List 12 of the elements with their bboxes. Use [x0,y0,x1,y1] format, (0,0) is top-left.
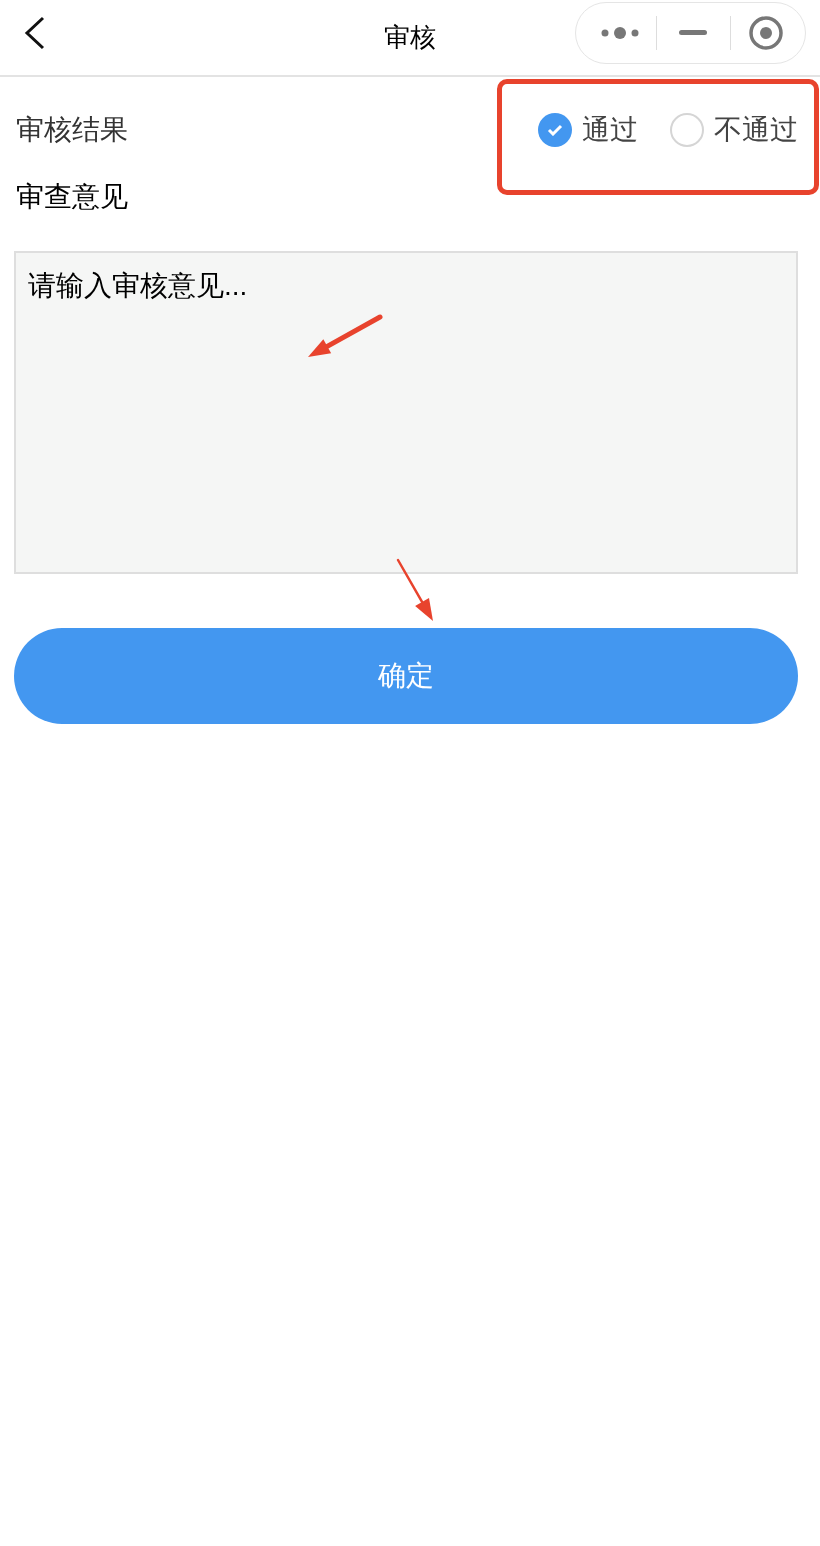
more-icon[interactable] [601,27,639,39]
radio-option[interactable]: 不通过 [670,109,798,151]
check-icon [547,124,563,136]
minimize-icon[interactable] [679,30,707,36]
arrow-annotation [396,558,433,621]
opinion-label: 审查意见 [15,180,129,214]
result-label: 审核结果 [16,113,128,147]
target-icon[interactable] [748,15,784,51]
back-icon[interactable] [24,16,46,50]
opinion-field[interactable]: 请输入审核意见... [14,251,798,574]
radio-option[interactable]: 通过 [538,109,638,151]
page-title: 审核 [384,21,436,54]
